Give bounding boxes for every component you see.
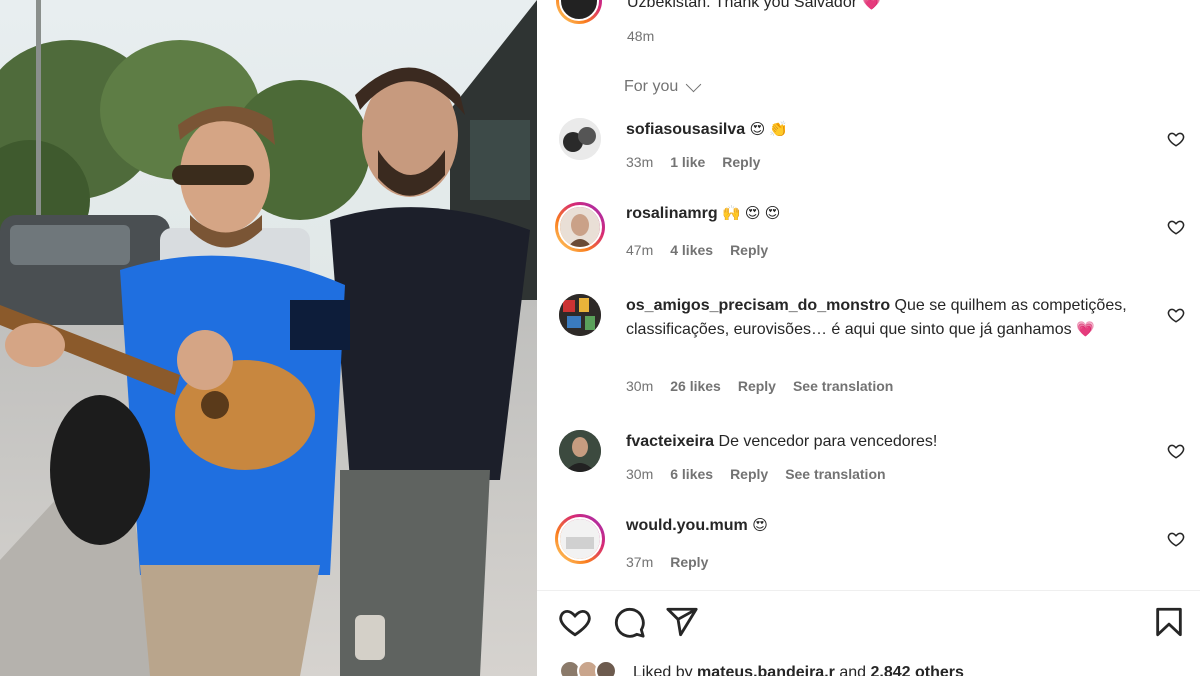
avatar[interactable] (559, 294, 601, 336)
comment-text: rosalinamrg 🙌 😍 😍 (626, 202, 1146, 226)
comment-meta: 37m Reply (626, 554, 708, 570)
comment-text: sofiasousasilva 😍 👏 (626, 118, 1146, 142)
comment-sort-dropdown[interactable]: For you (624, 76, 702, 96)
caption: Uzbekistan. Thank you Salvador 💗 (627, 0, 881, 12)
comment-meta: 30m 6 likes Reply See translation (626, 466, 886, 482)
divider (537, 590, 1200, 591)
comment-username[interactable]: fvacteixeira (626, 433, 714, 450)
comment-meta: 30m 26 likes Reply See translation (626, 378, 893, 394)
avatar[interactable] (555, 514, 605, 564)
comment-meta: 47m 4 likes Reply (626, 242, 768, 258)
avatar[interactable] (559, 430, 601, 472)
comment-username[interactable]: os_amigos_precisam_do_monstro (626, 297, 890, 314)
heart-icon[interactable] (1167, 306, 1185, 324)
reply-button[interactable]: Reply (730, 466, 768, 482)
see-translation-button[interactable]: See translation (793, 378, 893, 394)
comment-username[interactable]: rosalinamrg (626, 205, 718, 222)
comment-emoji: 🙌 😍 😍 (722, 205, 781, 222)
liker-avatar (595, 660, 617, 676)
comment-likes-count[interactable]: 4 likes (670, 242, 713, 258)
see-translation-button[interactable]: See translation (785, 466, 885, 482)
comments-panel: Uzbekistan. Thank you Salvador 💗 48m For… (537, 0, 1200, 676)
avatar-image (559, 294, 601, 336)
comment-time: 47m (626, 242, 654, 258)
comment-emoji: 😍 (752, 517, 768, 534)
reply-button[interactable]: Reply (738, 378, 776, 394)
video-frame (0, 0, 537, 676)
reply-button[interactable]: Reply (730, 242, 768, 258)
liked-by-others[interactable]: 2,842 others (870, 664, 963, 676)
caption-text: Uzbekistan. Thank you Salvador (627, 0, 858, 11)
comment-emoji: 😍 👏 (749, 121, 789, 138)
liked-by-text: Liked by mateus.bandeira.r and 2,842 oth… (633, 664, 964, 676)
comment-body: De vencedor para vencedores! (718, 433, 938, 450)
comment-likes-count[interactable]: 6 likes (670, 466, 713, 482)
like-post-heart-icon[interactable] (558, 605, 592, 639)
comment-text: os_amigos_precisam_do_monstro Que se qui… (626, 294, 1146, 342)
avatar[interactable] (555, 202, 605, 252)
bookmark-icon[interactable] (1152, 605, 1186, 639)
comment-likes-count[interactable]: 26 likes (670, 378, 721, 394)
heart-icon[interactable] (1167, 130, 1185, 148)
caption-heart-emoji: 💗 (861, 0, 882, 11)
author-avatar[interactable] (556, 0, 602, 24)
post-media[interactable] (0, 0, 537, 676)
heart-icon[interactable] (1167, 442, 1185, 460)
avatar-image (559, 118, 601, 160)
comment-text: fvacteixeira De vencedor para vencedores… (626, 430, 1146, 454)
liked-by-prefix: Liked by (633, 664, 693, 676)
avatar[interactable] (559, 118, 601, 160)
comment-time: 37m (626, 554, 654, 570)
heart-icon[interactable] (1167, 218, 1185, 236)
comment-icon[interactable] (612, 605, 646, 639)
reply-button[interactable]: Reply (722, 154, 760, 170)
share-icon[interactable] (665, 605, 699, 639)
reply-button[interactable]: Reply (670, 554, 708, 570)
avatar-image (558, 205, 602, 249)
avatar-image (558, 517, 602, 561)
comment-likes-count[interactable]: 1 like (670, 154, 705, 170)
liked-by-user[interactable]: mateus.bandeira.r (697, 664, 835, 676)
avatar-image (559, 430, 601, 472)
caption-timestamp: 48m (627, 28, 655, 44)
liked-by-middle: and (839, 664, 867, 676)
heart-icon[interactable] (1167, 530, 1185, 548)
comment-time: 33m (626, 154, 654, 170)
comment-sort-label: For you (624, 78, 679, 95)
comment-text: would.you.mum 😍 (626, 514, 1146, 538)
comment-meta: 33m 1 like Reply (626, 154, 760, 170)
comment-time: 30m (626, 466, 654, 482)
comment-username[interactable]: would.you.mum (626, 517, 748, 534)
comment-username[interactable]: sofiasousasilva (626, 121, 745, 138)
comment-emoji: 💗 (1076, 321, 1095, 338)
comment-time: 30m (626, 378, 654, 394)
chevron-down-icon (685, 76, 702, 92)
